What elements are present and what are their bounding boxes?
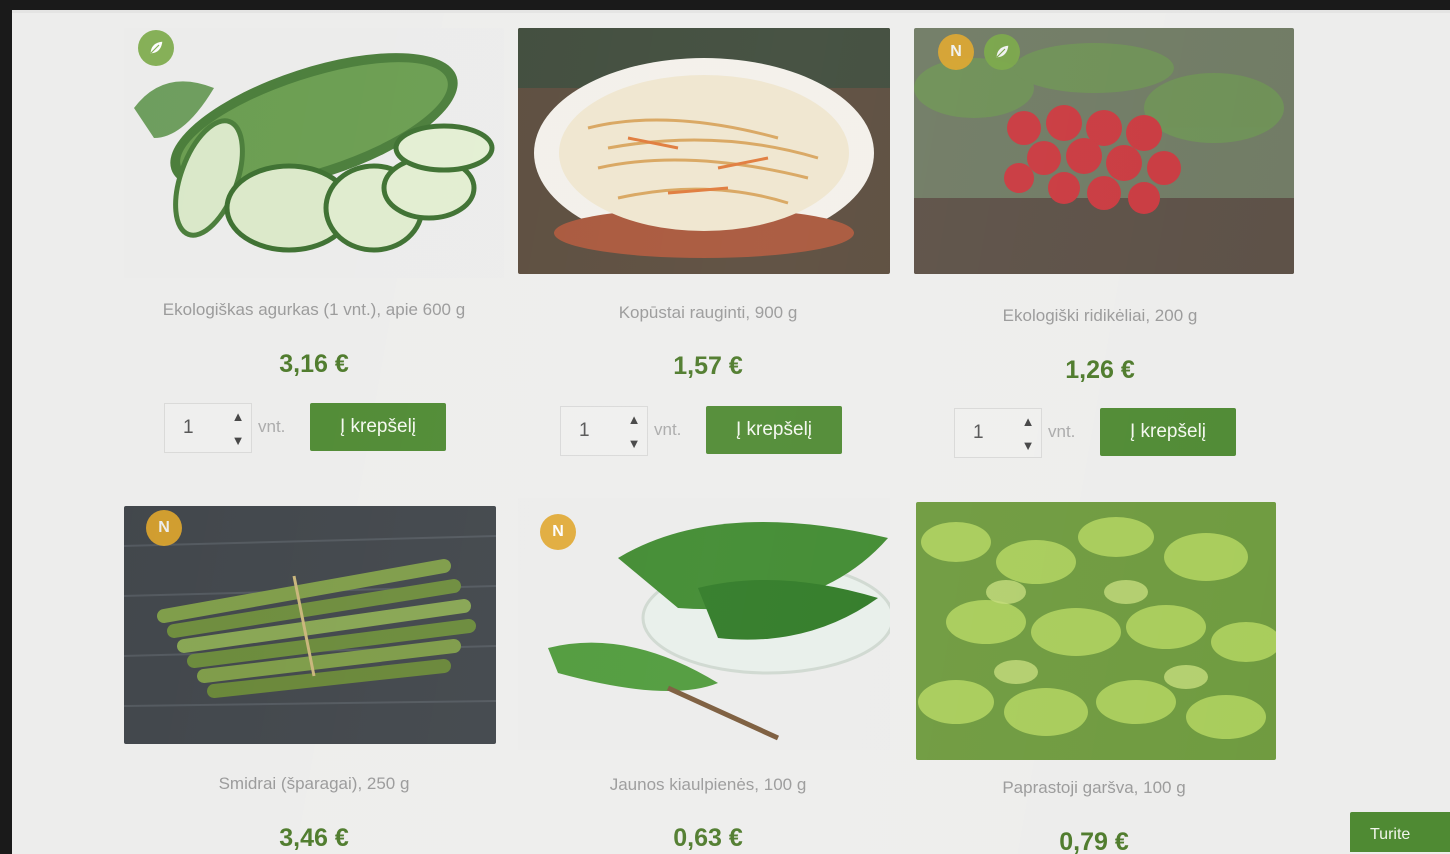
unit-label: vnt. <box>258 417 286 436</box>
unit-label: vnt. <box>1048 422 1076 441</box>
product-image-radishes[interactable] <box>914 28 1294 274</box>
product-name[interactable]: Smidrai (šparagai), 250 g <box>124 774 504 794</box>
product-price: 1,57 € <box>673 352 743 380</box>
chevron-down-icon[interactable]: ▼ <box>628 435 641 453</box>
product-price: 3,46 € <box>279 824 349 852</box>
product-price: 1,26 € <box>1065 356 1135 384</box>
add-to-cart-button[interactable]: Į krepšelį <box>310 403 446 451</box>
top-edge <box>12 10 1450 13</box>
product-price: 0,79 € <box>1059 828 1129 854</box>
new-badge: N <box>540 514 576 550</box>
product-name[interactable]: Kopūstai rauginti, 900 g <box>518 303 898 323</box>
quantity-stepper[interactable]: 1 ▲ ▼ <box>954 408 1042 458</box>
quantity-stepper[interactable]: 1 ▲ ▼ <box>560 406 648 456</box>
product-name[interactable]: Jaunos kiaulpienės, 100 g <box>518 775 898 795</box>
spinner-arrows[interactable]: ▲ ▼ <box>1017 413 1039 455</box>
product-price: 3,16 € <box>279 350 349 378</box>
product-price: 0,63 € <box>673 824 743 852</box>
quantity-value[interactable]: 1 <box>579 420 590 442</box>
chevron-up-icon[interactable]: ▲ <box>232 408 245 426</box>
add-to-cart-button[interactable]: Į krepšelį <box>706 406 842 454</box>
chevron-down-icon[interactable]: ▼ <box>232 432 245 450</box>
quantity-row: 1 ▲ ▼ vnt. Į krepšelį <box>954 408 1244 458</box>
product-image-asparagus[interactable] <box>124 506 496 744</box>
spinner-arrows[interactable]: ▲ ▼ <box>227 408 249 450</box>
product-image-cucumber[interactable] <box>124 28 504 278</box>
product-name[interactable]: Ekologiški ridikėliai, 200 g <box>910 306 1290 326</box>
new-badge: N <box>146 510 182 546</box>
product-image-sauerkraut[interactable] <box>518 28 890 274</box>
eco-leaf-icon <box>984 34 1020 70</box>
spinner-arrows[interactable]: ▲ ▼ <box>623 411 645 453</box>
product-image-goutweed[interactable] <box>916 502 1276 760</box>
cart-notice-button[interactable]: Turite <box>1350 812 1450 852</box>
quantity-row: 1 ▲ ▼ vnt. Į krepšelį <box>164 403 454 453</box>
quantity-stepper[interactable]: 1 ▲ ▼ <box>164 403 252 453</box>
quantity-value[interactable]: 1 <box>183 417 194 439</box>
product-name[interactable]: Ekologiškas agurkas (1 vnt.), apie 600 g <box>124 300 504 320</box>
quantity-row: 1 ▲ ▼ vnt. Į krepšelį <box>560 406 850 456</box>
eco-leaf-icon <box>138 30 174 66</box>
chevron-up-icon[interactable]: ▲ <box>1022 413 1035 431</box>
chevron-down-icon[interactable]: ▼ <box>1022 437 1035 455</box>
product-grid-page: Ekologiškas agurkas (1 vnt.), apie 600 g… <box>12 10 1450 854</box>
new-badge: N <box>938 34 974 70</box>
product-name[interactable]: Paprastoji garšva, 100 g <box>904 778 1284 798</box>
add-to-cart-button[interactable]: Į krepšelį <box>1100 408 1236 456</box>
unit-label: vnt. <box>654 420 682 439</box>
quantity-value[interactable]: 1 <box>973 422 984 444</box>
chevron-up-icon[interactable]: ▲ <box>628 411 641 429</box>
